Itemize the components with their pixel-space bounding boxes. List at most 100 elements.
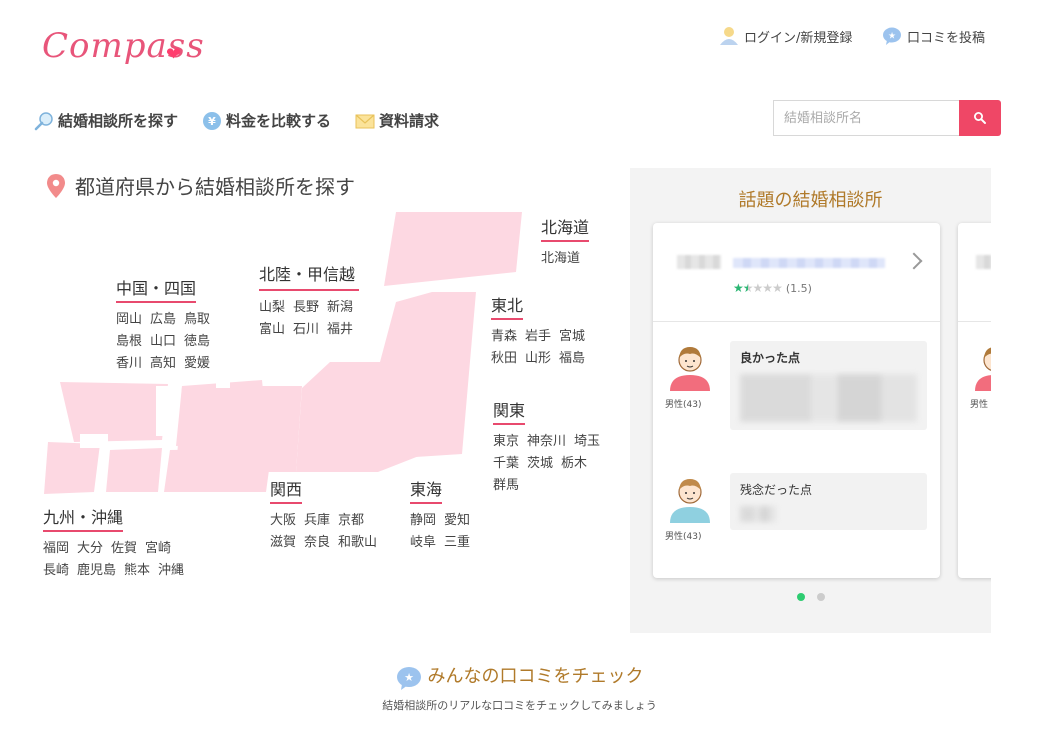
prefecture-link[interactable]: 高知 [150,353,176,375]
prefecture-link[interactable]: 群馬 [493,475,519,497]
prefecture-link[interactable]: 宮崎 [145,538,171,560]
prefecture-link[interactable]: 沖縄 [158,560,184,582]
region-link[interactable]: 北海道 [541,214,590,242]
prefecture-link[interactable]: 鳥取 [184,309,210,331]
prefecture-link[interactable]: 秋田 [491,348,517,370]
prefecture-link[interactable]: 北海道 [541,248,580,270]
prefecture-link[interactable]: 長野 [293,297,319,319]
prefecture-link[interactable]: 茨城 [527,453,553,475]
search-button[interactable] [959,100,1001,136]
map-shikoku [106,448,162,492]
reviewer-gender: 男性 [970,400,989,410]
region-link[interactable]: 中国・四国 [116,275,197,303]
japan-map [44,212,522,494]
agency-card-header[interactable] [958,223,991,322]
review-bubble-icon: ★ [396,667,421,690]
prefecture-link[interactable]: 福島 [559,348,585,370]
prefecture-link[interactable]: 栃木 [561,453,587,475]
prefecture-link[interactable]: 岩手 [525,326,551,348]
region-link[interactable]: 関東 [493,397,526,425]
prefecture-link[interactable]: 滋賀 [270,532,296,554]
prefecture-link[interactable]: 大阪 [270,510,296,532]
region-tohoku: 東北 青森 岩手 宮城秋田 山形 福島 [491,292,601,370]
prefecture-link[interactable]: 千葉 [493,453,519,475]
region-link[interactable]: 関西 [270,476,303,504]
region-link[interactable]: 東海 [410,476,443,504]
prefecture-link[interactable]: 静岡 [410,510,436,532]
prefecture-section-heading: 都道府県から結婚相談所を探す [75,175,355,199]
prefecture-link[interactable]: 愛媛 [184,353,210,375]
map-kinki-block [176,380,268,446]
nav-label: 結婚相談所を探す [58,112,179,130]
prefecture-link[interactable]: 福岡 [43,538,69,560]
chevron-right-icon[interactable] [905,252,923,270]
prefecture-link[interactable]: 山形 [525,348,551,370]
logo[interactable]: Compass ❤ [20,14,204,74]
prefecture-link[interactable]: 福井 [327,319,353,341]
prefecture-link[interactable]: 大分 [77,538,103,560]
carousel-dot[interactable] [796,593,805,601]
prefecture-link[interactable]: 京都 [338,510,364,532]
prefecture-link[interactable]: 広島 [150,309,176,331]
prefecture-link[interactable]: 愛知 [444,510,470,532]
prefecture-link[interactable]: 香川 [116,353,142,375]
prefecture-list: 東京 神奈川 埼玉千葉 茨城 栃木群馬 [493,431,609,497]
nav-search-agencies[interactable]: 結婚相談所を探す [34,110,178,131]
prefecture-list: 大阪 兵庫 京都滋賀 奈良 和歌山 [270,510,394,554]
male-avatar-icon [975,347,991,391]
prefecture-link[interactable]: 奈良 [304,532,330,554]
search-input[interactable] [773,100,959,136]
rating-stars: ★★★★★ (1.5) [733,281,812,295]
map-chugoku [60,382,168,442]
review-bubble-icon: ★ [882,26,902,46]
prefecture-link[interactable]: 岐阜 [410,532,436,554]
prefecture-link[interactable]: 山口 [150,331,176,353]
star-empty-icon: ★ [752,281,764,295]
prefecture-link[interactable]: 徳島 [184,331,210,353]
post-review-link[interactable]: ★ 口コミを投稿 [882,26,985,46]
agency-search [773,100,1001,136]
prefecture-link[interactable]: 埼玉 [574,431,600,453]
prefecture-link[interactable]: 宮城 [559,326,585,348]
star-half-icon: ★ [742,281,754,295]
svg-text:★: ★ [888,32,896,42]
prefecture-section-title: 都道府県から結婚相談所を探す [45,171,355,200]
review-bubble: 良かった点 [730,341,927,430]
main-nav: 結婚相談所を探す ¥ 料金を比較する 資料請求 [34,110,463,131]
review-text-blurred [740,506,776,522]
prefecture-link[interactable]: 和歌山 [338,532,377,554]
yen-coin-icon: ¥ [202,111,222,131]
prefecture-link[interactable]: 東京 [493,431,519,453]
carousel-dot[interactable] [816,593,825,601]
prefecture-link[interactable]: 鹿児島 [77,560,116,582]
prefecture-link[interactable]: 佐賀 [111,538,137,560]
prefecture-link[interactable]: 岡山 [116,309,142,331]
nav-compare-prices[interactable]: ¥ 料金を比較する [202,110,331,131]
prefecture-link[interactable]: 新潟 [327,297,353,319]
nav-request-documents[interactable]: 資料請求 [355,110,439,131]
male-avatar-icon [670,347,710,391]
agency-card[interactable]: ★★★★★ (1.5) 男性(43) 良かった点 男性(43) 残念だった点 [653,223,940,578]
region-link[interactable]: 北陸・甲信越 [259,263,359,291]
prefecture-link[interactable]: 長崎 [43,560,69,582]
region-link[interactable]: 東北 [491,292,524,320]
prefecture-link[interactable]: 兵庫 [304,510,330,532]
prefecture-link[interactable]: 石川 [293,319,319,341]
reviewer-gender-age: 男性(43) [665,532,702,542]
region-link[interactable]: 九州・沖縄 [43,504,124,532]
nav-label: 料金を比較する [226,112,332,130]
prefecture-link[interactable]: 山梨 [259,297,285,319]
prefecture-link[interactable]: 富山 [259,319,285,341]
prefecture-link[interactable]: 熊本 [124,560,150,582]
agency-card-next[interactable]: 男性 [958,223,991,578]
prefecture-list: 青森 岩手 宮城秋田 山形 福島 [491,326,601,370]
post-review-label: 口コミを投稿 [907,30,986,46]
login-link[interactable]: ログイン/新規登録 [719,26,852,46]
agency-card-header[interactable]: ★★★★★ (1.5) [653,223,940,322]
map-pin-icon [47,173,65,198]
prefecture-link[interactable]: 青森 [491,326,517,348]
nav-label: 資料請求 [379,112,440,130]
prefecture-link[interactable]: 神奈川 [527,431,566,453]
prefecture-link[interactable]: 島根 [116,331,142,353]
prefecture-link[interactable]: 三重 [444,532,470,554]
